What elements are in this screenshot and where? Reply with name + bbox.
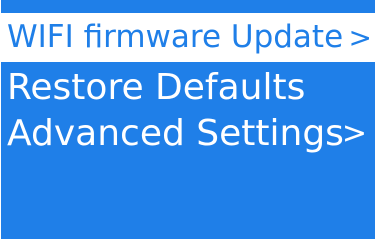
menu-panel: WIFI firmware Update > Restore Defaults … bbox=[1, 0, 375, 239]
menu-item-label: Advanced Settings bbox=[7, 113, 344, 154]
chevron-right-icon: > bbox=[341, 116, 367, 151]
menu-item-label: Restore Defaults bbox=[7, 67, 306, 108]
chevron-right-icon: > bbox=[348, 21, 372, 54]
menu-item-label: WIFI firmware Update bbox=[7, 19, 344, 55]
menu-item-restore-defaults[interactable]: Restore Defaults bbox=[1, 62, 375, 114]
menu-item-wifi-firmware-update[interactable]: WIFI firmware Update > bbox=[1, 13, 375, 62]
menu-item-advanced-settings[interactable]: Advanced Settings > bbox=[1, 108, 375, 160]
screen: WIFI firmware Update > Restore Defaults … bbox=[0, 0, 378, 241]
